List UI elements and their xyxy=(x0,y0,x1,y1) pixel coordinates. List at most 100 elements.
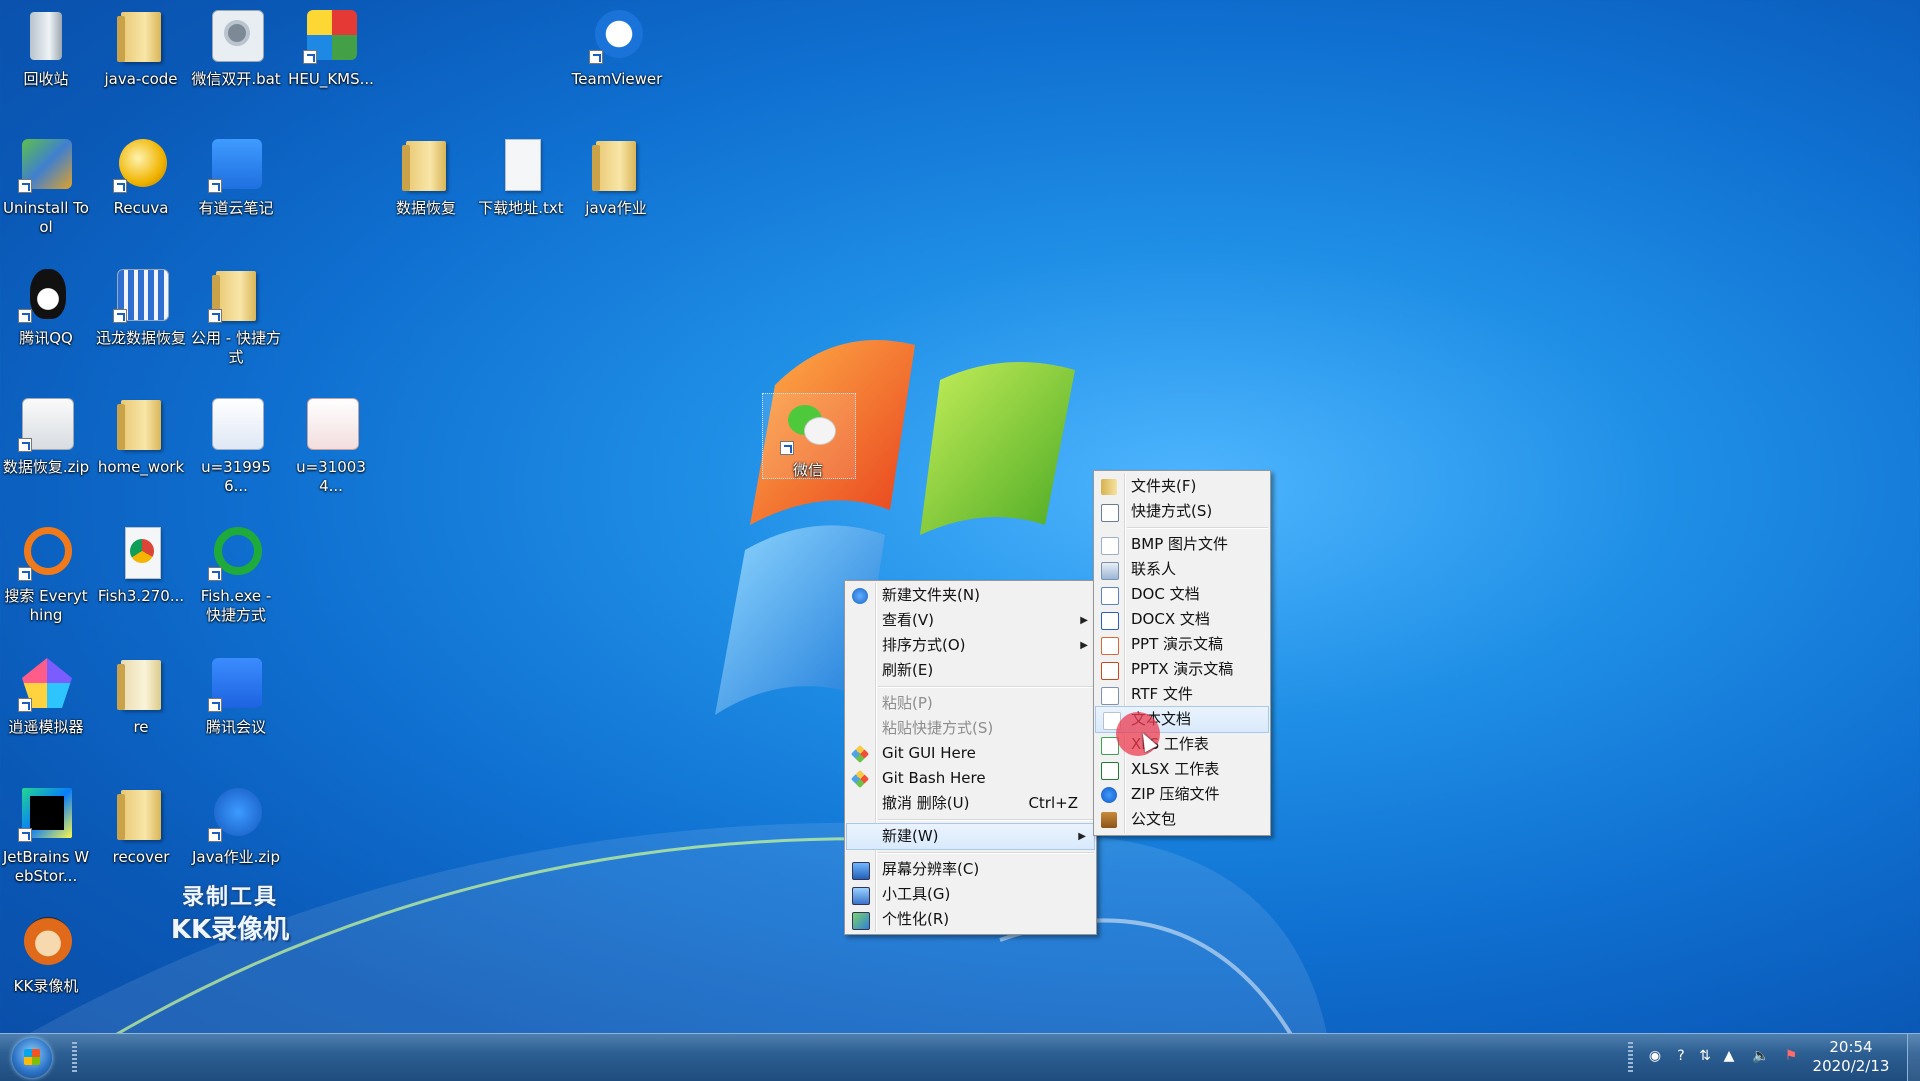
shortcut-icon xyxy=(1101,504,1119,522)
submenu-item-shortcut[interactable]: 快捷方式(S) xyxy=(1094,499,1270,524)
submenu-item-doc[interactable]: DOC 文档 xyxy=(1094,582,1270,607)
taskbar-grip[interactable] xyxy=(72,1042,77,1072)
teamviewer-icon xyxy=(587,6,647,66)
desktop-icon-qq[interactable]: 腾讯QQ xyxy=(1,261,91,348)
rtf-icon xyxy=(1101,687,1119,705)
text-file-icon xyxy=(491,135,551,195)
desktop-icon-fish3[interactable]: Fish3.270... xyxy=(96,519,186,606)
menu-item-gadgets[interactable]: 小工具(G) xyxy=(845,882,1096,907)
submenu-item-briefcase[interactable]: 公文包 xyxy=(1094,807,1270,832)
tray-grip[interactable] xyxy=(1628,1042,1633,1072)
system-clock[interactable]: 20:54 2020/2/13 xyxy=(1806,1038,1896,1076)
desktop-icon-everything[interactable]: 搜索 Everything xyxy=(1,519,91,625)
emulator-icon xyxy=(16,654,76,714)
menu-item-git-bash[interactable]: Git Bash Here xyxy=(845,766,1096,791)
everything-search-icon xyxy=(16,523,76,583)
submenu-item-folder[interactable]: 文件夹(F) xyxy=(1094,474,1270,499)
submenu-item-pptx[interactable]: PPTX 演示文稿 xyxy=(1094,657,1270,682)
desktop-icon-recycle-bin[interactable]: 回收站 xyxy=(1,2,91,89)
qq-icon xyxy=(16,265,76,325)
submenu-item-xlsx[interactable]: XLSX 工作表 xyxy=(1094,757,1270,782)
chart-app-icon xyxy=(111,265,171,325)
desktop-icon-youdao-note[interactable]: 有道云笔记 xyxy=(191,131,281,218)
help-tray-icon[interactable]: ? xyxy=(1672,1047,1690,1065)
folder-icon xyxy=(111,784,171,844)
desktop-icon-image-310034[interactable]: u=310034... xyxy=(286,390,376,496)
desktop-icon-uninstall-tool[interactable]: Uninstall Tool xyxy=(1,131,91,237)
desktop-icon-re[interactable]: re xyxy=(96,650,186,737)
menu-separator xyxy=(878,819,1094,821)
show-desktop-button[interactable] xyxy=(1907,1034,1920,1081)
desktop-icon-kk-recorder[interactable]: KK录像机 xyxy=(1,909,91,996)
show-hidden-icons-icon[interactable]: ▲ xyxy=(1720,1047,1738,1065)
menu-item-refresh[interactable]: 刷新(E) xyxy=(845,658,1096,683)
sync-tray-icon[interactable]: ⇅ xyxy=(1696,1047,1714,1065)
submenu-item-contact[interactable]: 联系人 xyxy=(1094,557,1270,582)
clock-time: 20:54 xyxy=(1829,1038,1873,1056)
menu-item-new-folder[interactable]: 新建文件夹(N) xyxy=(845,583,1096,608)
desktop-icon-wechat[interactable]: 微信 xyxy=(762,393,854,480)
pptx-icon xyxy=(1101,662,1119,680)
desktop-icon-recuva[interactable]: Recuva xyxy=(96,131,186,218)
desktop-icon-fish-exe-shortcut[interactable]: Fish.exe - 快捷方式 xyxy=(191,519,281,625)
menu-separator xyxy=(1127,527,1268,529)
desktop-context-menu: 新建文件夹(N) 查看(V) ▶ 排序方式(O) ▶ 刷新(E) 粘贴(P) 粘… xyxy=(844,580,1097,935)
submenu-item-zip[interactable]: ZIP 压缩文件 xyxy=(1094,782,1270,807)
image-file-icon xyxy=(301,394,361,454)
doc-icon xyxy=(1101,587,1119,605)
menu-item-view[interactable]: 查看(V) ▶ xyxy=(845,608,1096,633)
desktop-icon-data-recovery-zip[interactable]: 数据恢复.zip xyxy=(1,390,91,477)
desktop-icon-java-homework[interactable]: java作业 xyxy=(571,131,661,218)
desktop-icon-image-319956[interactable]: u=319956... xyxy=(191,390,281,496)
submenu-arrow-icon: ▶ xyxy=(1078,831,1086,842)
menu-item-git-gui[interactable]: Git GUI Here xyxy=(845,741,1096,766)
desktop-icon-data-recovery-folder[interactable]: 数据恢复 xyxy=(381,131,471,218)
desktop-icon-recover[interactable]: recover xyxy=(96,780,186,867)
start-button[interactable] xyxy=(12,1038,52,1078)
desktop-icon-xunlong-recovery[interactable]: 迅龙数据恢复 xyxy=(96,261,186,348)
youdao-note-icon xyxy=(206,135,266,195)
webstorm-icon xyxy=(16,784,76,844)
menu-item-undo-delete[interactable]: 撤消 删除(U) Ctrl+Z xyxy=(845,791,1096,816)
xlsx-icon xyxy=(1101,762,1119,780)
submenu-item-ppt[interactable]: PPT 演示文稿 xyxy=(1094,632,1270,657)
desktop-icon-public-shortcut[interactable]: 公用 - 快捷方式 xyxy=(191,261,281,367)
menu-item-new[interactable]: 新建(W) ▶ xyxy=(846,823,1095,850)
taskbar: ◉ ? ⇅ ▲ 🔈 ⚑ 20:54 2020/2/13 xyxy=(0,1033,1920,1081)
menu-item-sort-by[interactable]: 排序方式(O) ▶ xyxy=(845,633,1096,658)
folder-icon xyxy=(206,265,266,325)
contact-icon xyxy=(1101,562,1119,580)
desktop-icon-java-code[interactable]: java-code xyxy=(96,2,186,89)
recorder-watermark: 录制工具 KK录像机 xyxy=(170,885,290,945)
action-center-flag-icon[interactable]: ⚑ xyxy=(1782,1047,1800,1065)
volume-icon[interactable]: 🔈 xyxy=(1752,1047,1770,1065)
folder-icon xyxy=(111,654,171,714)
chrome-icon xyxy=(111,523,171,583)
menu-separator xyxy=(878,686,1094,688)
clock-date: 2020/2/13 xyxy=(1812,1057,1890,1075)
zip-icon xyxy=(16,394,76,454)
submenu-item-rtf[interactable]: RTF 文件 xyxy=(1094,682,1270,707)
menu-item-personalize[interactable]: 个性化(R) xyxy=(845,907,1096,932)
desktop-icon-webstorm[interactable]: JetBrains WebStor... xyxy=(1,780,91,886)
tencent-meeting-icon xyxy=(206,654,266,714)
desktop-icon-tencent-meeting[interactable]: 腾讯会议 xyxy=(191,650,281,737)
zip-icon xyxy=(206,784,266,844)
kk-recorder-icon xyxy=(16,913,76,973)
menu-item-screen-resolution[interactable]: 屏幕分辨率(C) xyxy=(845,857,1096,882)
desktop-icon-xiaoyao-emulator[interactable]: 逍遥模拟器 xyxy=(1,650,91,737)
desktop-icon-java-homework-zip[interactable]: Java作业.zip xyxy=(191,780,281,867)
wechat-icon xyxy=(778,397,838,457)
network-tray-icon[interactable]: ◉ xyxy=(1646,1047,1664,1065)
desktop-icon-wechat-bat[interactable]: 微信双开.bat xyxy=(191,2,281,89)
ppt-icon xyxy=(1101,637,1119,655)
desktop-icon-teamviewer[interactable]: TeamViewer xyxy=(571,2,663,89)
docx-icon xyxy=(1101,612,1119,630)
desktop-icon-home-work[interactable]: home_work xyxy=(96,390,186,477)
submenu-arrow-icon: ▶ xyxy=(1080,615,1088,626)
desktop-icon-download-txt[interactable]: 下载地址.txt xyxy=(476,131,566,218)
submenu-item-bmp[interactable]: BMP 图片文件 xyxy=(1094,532,1270,557)
desktop-icon-heu-kms[interactable]: HEU_KMS... xyxy=(286,2,376,89)
folder-icon xyxy=(111,394,171,454)
submenu-item-docx[interactable]: DOCX 文档 xyxy=(1094,607,1270,632)
